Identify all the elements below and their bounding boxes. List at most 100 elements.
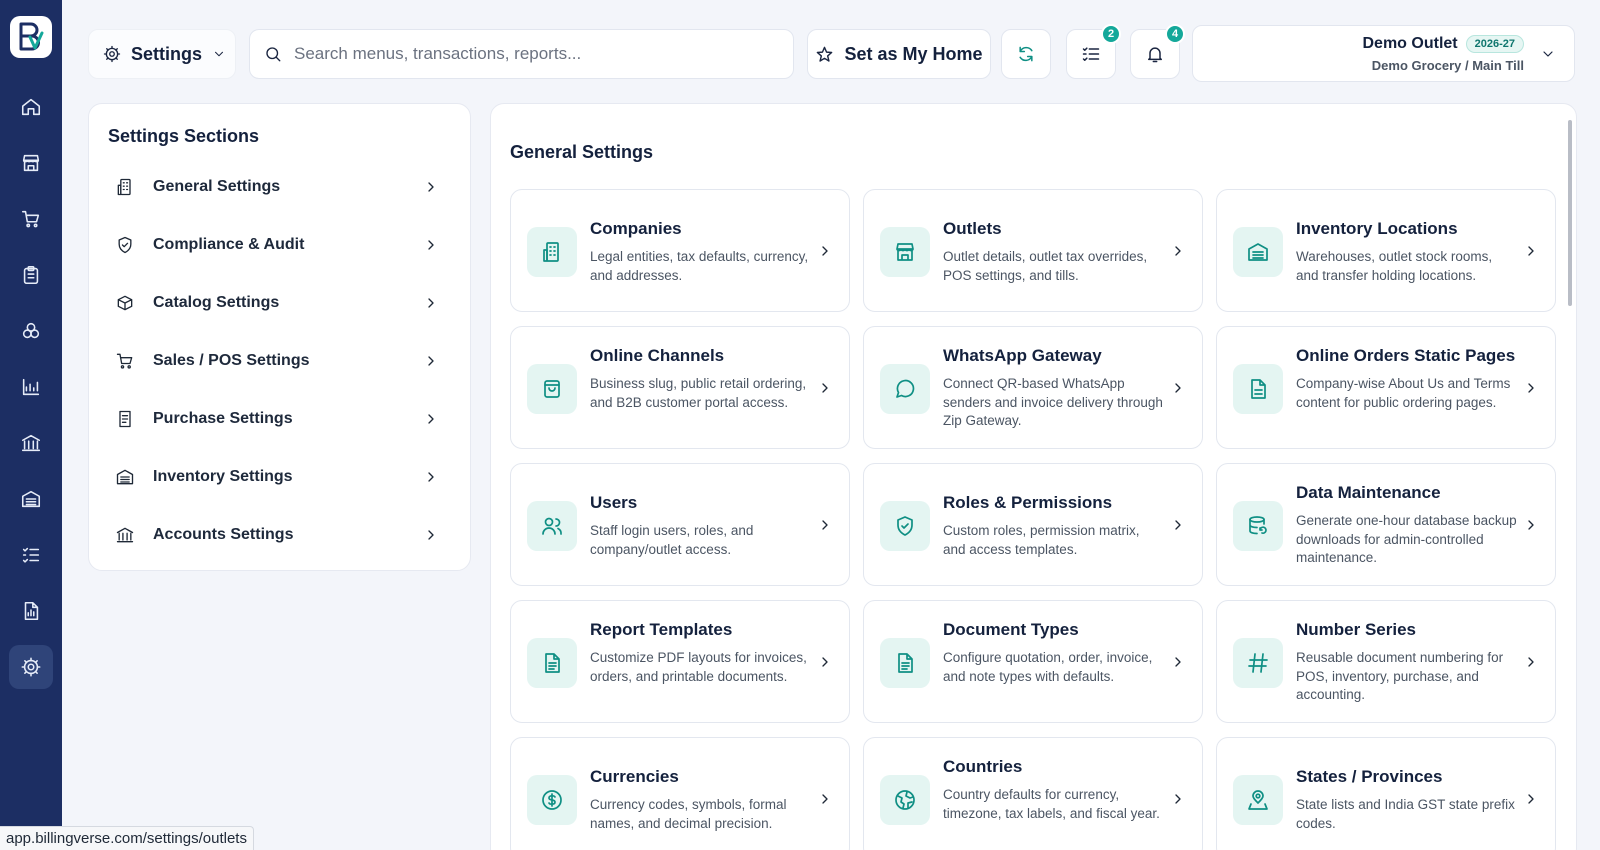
rail-accounts[interactable] (9, 421, 53, 465)
card-description: Custom roles, permission matrix, and acc… (943, 523, 1140, 557)
rail-catalog[interactable] (9, 309, 53, 353)
rail-documents[interactable] (9, 589, 53, 633)
cart-icon (21, 210, 40, 228)
tasks-button[interactable]: 2 (1066, 24, 1121, 79)
card-whatsapp-gateway[interactable]: WhatsApp Gateway Connect QR-based WhatsA… (863, 326, 1203, 449)
hash-icon (1248, 653, 1268, 673)
set-as-home-label: Set as My Home (844, 43, 983, 64)
global-search[interactable] (249, 29, 794, 79)
rail-sales[interactable] (9, 197, 53, 241)
chevron-right-icon (1175, 520, 1181, 530)
notifications-badge: 4 (1165, 24, 1185, 44)
page-title: General Settings (510, 142, 654, 162)
section-label: Purchase Settings (153, 410, 293, 427)
rail-settings[interactable] (9, 645, 53, 689)
globe-icon (895, 790, 915, 810)
card-icon-box (880, 501, 930, 551)
set-as-home-button[interactable]: Set as My Home (807, 29, 991, 79)
chevron-right-icon (428, 298, 434, 308)
card-document-types[interactable]: Document Types Configure quotation, orde… (863, 600, 1203, 723)
gear-icon (103, 45, 121, 63)
section-label: Inventory Settings (153, 468, 293, 485)
chevron-right-icon (428, 182, 434, 192)
section-accounts-settings[interactable]: Accounts Settings (108, 513, 453, 557)
scrollbar[interactable] (1568, 120, 1572, 306)
module-label: Settings (131, 43, 203, 64)
card-report-templates[interactable]: Report Templates Customize PDF layouts f… (510, 600, 850, 723)
logo-icon (19, 22, 44, 51)
store-icon (22, 154, 40, 172)
card-description: Legal entities, tax defaults, currency, … (590, 249, 809, 283)
card-icon-box (880, 775, 930, 825)
card-title: WhatsApp Gateway (943, 346, 1102, 365)
section-general-settings[interactable]: General Settings (108, 165, 453, 209)
currency-icon (542, 790, 562, 810)
rail-reports[interactable] (9, 365, 53, 409)
section-inventory-settings[interactable]: Inventory Settings (108, 455, 453, 499)
card-online-channels[interactable]: Online Channels Business slug, public re… (510, 326, 850, 449)
card-inventory-locations[interactable]: Inventory Locations Warehouses, outlet s… (1216, 189, 1556, 312)
card-description: Country defaults for currency, timezone,… (943, 787, 1160, 821)
rail-home[interactable] (9, 85, 53, 129)
chevron-right-icon (822, 520, 828, 530)
report-icon (24, 601, 39, 621)
card-outlets[interactable]: Outlets Outlet details, outlet tax overr… (863, 189, 1203, 312)
card-title: Users (590, 493, 638, 512)
chevron-down-icon (1543, 50, 1553, 57)
card-icon-box (1233, 227, 1283, 277)
section-compliance-audit[interactable]: Compliance & Audit (108, 223, 453, 267)
outlet-switcher[interactable]: Demo Outlet 2026-27 Demo Grocery / Main … (1192, 25, 1575, 82)
warehouse-icon (1248, 243, 1268, 261)
card-title: Countries (943, 757, 1023, 776)
section-label: Accounts Settings (153, 526, 294, 543)
rail-inventory[interactable] (9, 477, 53, 521)
card-countries[interactable]: Countries Country defaults for currency,… (863, 737, 1203, 850)
card-title: Number Series (1296, 620, 1416, 639)
notifications-button[interactable]: 4 (1130, 24, 1185, 79)
section-sales-pos-settings[interactable]: Sales / POS Settings (108, 339, 453, 383)
rail-store[interactable] (9, 141, 53, 185)
outlet-subtitle: Demo Grocery / Main Till (1371, 57, 1524, 73)
document-icon (1251, 379, 1266, 399)
card-currencies[interactable]: Currencies Currency codes, symbols, form… (510, 737, 850, 850)
section-purchase-settings[interactable]: Purchase Settings (108, 397, 453, 441)
rail-clipboard[interactable] (9, 253, 53, 297)
card-icon-box (1233, 501, 1283, 551)
app-logo[interactable] (10, 16, 52, 58)
chevron-right-icon (428, 472, 434, 482)
card-companies[interactable]: Companies Legal entities, tax defaults, … (510, 189, 850, 312)
bell-icon (1148, 47, 1162, 63)
card-online-orders-static-pages[interactable]: Online Orders Static Pages Company-wise … (1216, 326, 1556, 449)
card-title: Report Templates (590, 620, 733, 639)
card-number-series[interactable]: Number Series Reusable document numberin… (1216, 600, 1556, 723)
rail-tasks[interactable] (9, 533, 53, 577)
chevron-right-icon (1175, 794, 1181, 804)
card-title: Roles & Permissions (943, 493, 1113, 512)
bank-icon (21, 434, 41, 452)
card-icon-box (527, 501, 577, 551)
card-users[interactable]: Users Staff login users, roles, and comp… (510, 463, 850, 586)
card-title: Currencies (590, 767, 679, 786)
search-input[interactable] (294, 44, 764, 64)
section-label: Sales / POS Settings (153, 352, 310, 369)
list-check-icon (22, 547, 40, 563)
card-title: Data Maintenance (1296, 483, 1441, 502)
receipt-icon (119, 410, 131, 428)
chevron-right-icon (428, 240, 434, 250)
settings-sections-panel: Settings Sections General Settings Compl… (88, 103, 471, 571)
card-roles-permissions[interactable]: Roles & Permissions Custom roles, permis… (863, 463, 1203, 586)
card-icon-box (527, 638, 577, 688)
card-states-provinces[interactable]: States / Provinces State lists and India… (1216, 737, 1556, 850)
section-catalog-settings[interactable]: Catalog Settings (108, 281, 453, 325)
chevron-right-icon (1175, 657, 1181, 667)
card-description: Customize PDF layouts for invoices, orde… (590, 650, 807, 684)
star-icon (817, 46, 833, 62)
refresh-button[interactable] (1001, 29, 1051, 79)
section-label: Catalog Settings (153, 294, 280, 311)
card-title: Companies (590, 219, 682, 238)
general-settings-panel: General Settings Companies Legal entitie… (490, 103, 1577, 850)
file-text-icon (898, 653, 913, 673)
module-dropdown[interactable]: Settings (88, 29, 236, 79)
chevron-right-icon (822, 794, 828, 804)
card-data-maintenance[interactable]: Data Maintenance Generate one-hour datab… (1216, 463, 1556, 586)
